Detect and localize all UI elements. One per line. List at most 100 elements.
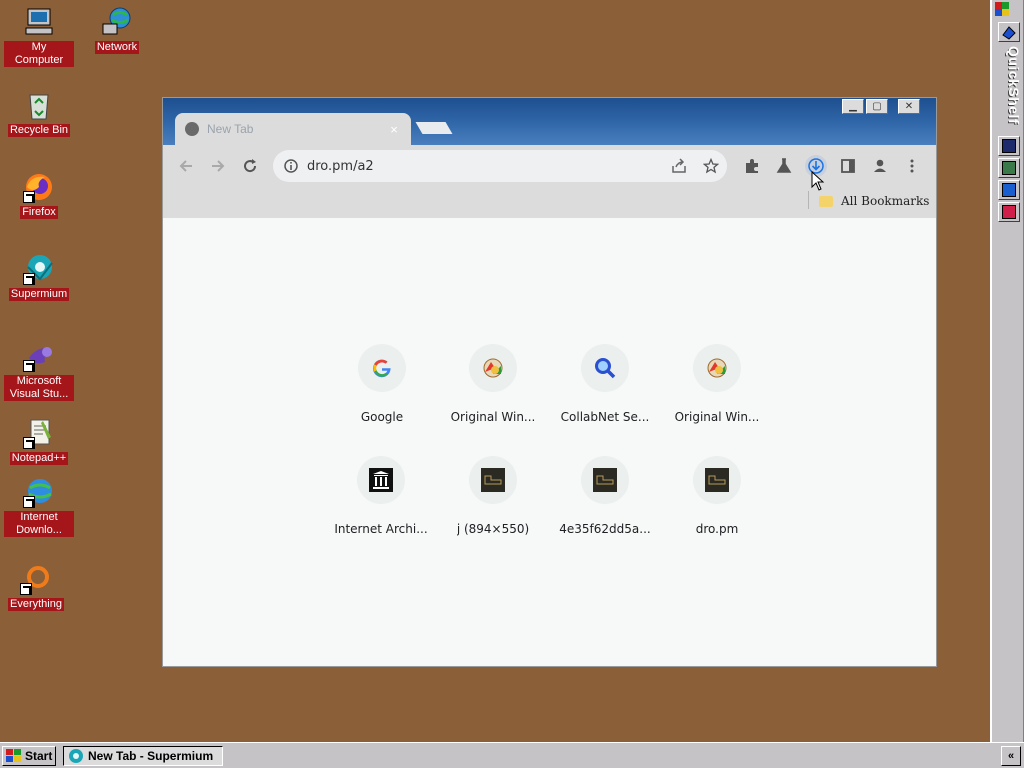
shortcut-arrow-icon xyxy=(20,583,32,595)
new-tab-page: Google Original Win... CollabNet Se... O… xyxy=(163,218,936,666)
desktop-icon-network[interactable]: Network xyxy=(79,6,155,54)
thumbnail-icon xyxy=(581,456,629,504)
original-win-icon xyxy=(469,344,517,392)
shortcut-label: j (894×550) xyxy=(456,522,530,536)
title-bar[interactable]: New Tab × ▁ ▢ ✕ xyxy=(163,98,936,145)
google-icon xyxy=(358,344,406,392)
lab-flask-icon[interactable] xyxy=(773,155,795,177)
thumbnail-icon xyxy=(469,456,517,504)
desktop-icon-supermium[interactable]: Supermium xyxy=(1,253,77,301)
quickshelf-logo-icon[interactable] xyxy=(995,2,1009,16)
desktop-icon-label: Firefox xyxy=(20,206,58,219)
new-tab-button[interactable] xyxy=(415,122,453,134)
shortcut-tile[interactable]: dro.pm xyxy=(661,456,773,556)
quickshelf-title: QuickShelf xyxy=(1006,46,1022,125)
extensions-icon[interactable] xyxy=(741,155,763,177)
computer-icon xyxy=(23,6,55,38)
reload-icon xyxy=(244,159,257,173)
menu-kebab-icon[interactable] xyxy=(901,155,923,177)
firefox-icon xyxy=(23,171,55,203)
windows-logo-icon xyxy=(6,749,21,762)
arrow-left-icon xyxy=(179,160,192,172)
visual-studio-icon xyxy=(23,340,55,372)
start-button[interactable]: Start xyxy=(2,746,56,766)
network-icon xyxy=(101,6,133,38)
desktop-icon-label: Recycle Bin xyxy=(7,124,71,137)
taskbar-item-supermium[interactable]: New Tab - Supermium xyxy=(63,746,223,766)
shortcut-label: Internet Archi... xyxy=(334,522,428,536)
desktop-icon-label: Everything xyxy=(8,598,64,611)
shortcut-label: Original Win... xyxy=(674,410,760,424)
shortcut-tile[interactable]: Internet Archi... xyxy=(325,456,437,556)
shortcut-tile[interactable]: Original Win... xyxy=(661,344,773,444)
quickshelf-item-3[interactable] xyxy=(998,180,1020,200)
taskbar-item-label: New Tab - Supermium xyxy=(88,749,214,763)
shortcut-label: dro.pm xyxy=(695,522,739,536)
shortcut-arrow-icon xyxy=(23,437,35,449)
forward-button[interactable] xyxy=(207,155,229,177)
desktop-icon-notepadpp[interactable]: Notepad++ xyxy=(1,417,77,465)
desktop-icon-label: Network xyxy=(94,41,140,54)
supermium-icon xyxy=(23,253,55,285)
close-button[interactable]: ✕ xyxy=(898,99,920,114)
internet-download-icon xyxy=(23,476,55,508)
shortcut-tile[interactable]: Google xyxy=(326,344,438,444)
everything-icon xyxy=(20,563,52,595)
desktop-icon-label: Notepad++ xyxy=(9,452,69,465)
supermium-icon xyxy=(69,749,83,763)
reload-button[interactable] xyxy=(239,155,261,177)
shortcut-label: Google xyxy=(360,410,404,424)
notepadpp-icon xyxy=(23,417,55,449)
shortcut-label: Original Win... xyxy=(450,410,536,424)
address-bar[interactable] xyxy=(273,150,727,182)
shortcut-arrow-icon xyxy=(23,496,35,508)
quickshelf-item-1[interactable] xyxy=(998,136,1020,156)
shortcut-tile[interactable]: 4e35f62dd5a... xyxy=(549,456,661,556)
original-win-icon xyxy=(693,344,741,392)
start-label: Start xyxy=(25,749,53,763)
side-panel-icon[interactable] xyxy=(837,155,859,177)
tab-new-tab[interactable]: New Tab × xyxy=(175,113,411,145)
taskbar: Start New Tab - Supermium « xyxy=(0,742,1024,768)
quickshelf-pin-button[interactable] xyxy=(998,22,1020,42)
tab-close-icon[interactable]: × xyxy=(387,122,401,137)
share-icon[interactable] xyxy=(671,158,687,174)
back-button[interactable] xyxy=(175,155,197,177)
shortcut-arrow-icon xyxy=(23,360,35,372)
internet-archive-icon xyxy=(357,456,405,504)
desktop-icon-firefox[interactable]: Firefox xyxy=(1,171,77,219)
all-bookmarks-button[interactable]: All Bookmarks xyxy=(819,191,929,211)
desktop-icon-label: Internet Downlo... xyxy=(4,511,74,537)
recycle-bin-icon xyxy=(23,89,55,121)
maximize-button[interactable]: ▢ xyxy=(866,99,888,114)
mouse-cursor-icon xyxy=(811,170,825,191)
quickshelf-item-2[interactable] xyxy=(998,158,1020,178)
quickshelf-panel: QuickShelf xyxy=(990,0,1024,742)
bookmarks-separator xyxy=(808,191,809,209)
shortcut-tile[interactable]: j (894×550) xyxy=(437,456,549,556)
desktop-icon-label: Microsoft Visual Stu... xyxy=(4,375,74,401)
shortcut-tile[interactable]: Original Win... xyxy=(437,344,549,444)
quickshelf-item-4[interactable] xyxy=(998,202,1020,222)
address-input[interactable] xyxy=(307,158,667,174)
desktop-icon-everything[interactable]: Everything xyxy=(0,563,74,611)
thumbnail-icon xyxy=(693,456,741,504)
shortcut-arrow-icon xyxy=(23,191,35,203)
desktop-icon-label: My Computer xyxy=(4,41,74,67)
search-icon xyxy=(581,344,629,392)
info-icon xyxy=(284,159,298,173)
desktop-icon-recycle-bin[interactable]: Recycle Bin xyxy=(1,89,77,137)
tray-expand-button[interactable]: « xyxy=(1001,746,1021,766)
desktop-icon-visual-studio[interactable]: Microsoft Visual Stu... xyxy=(1,340,77,401)
shortcut-tile[interactable]: CollabNet Se... xyxy=(549,344,661,444)
desktop-icon-label: Supermium xyxy=(8,288,70,301)
all-bookmarks-label: All Bookmarks xyxy=(841,194,930,208)
shortcut-arrow-icon xyxy=(23,273,35,285)
profile-icon[interactable] xyxy=(869,155,891,177)
desktop-icon-internet-download[interactable]: Internet Downlo... xyxy=(1,476,77,537)
tab-title: New Tab xyxy=(207,122,254,136)
bookmark-star-icon[interactable] xyxy=(702,157,720,174)
arrow-right-icon xyxy=(212,160,225,172)
minimize-button[interactable]: ▁ xyxy=(842,99,864,114)
desktop-icon-my-computer[interactable]: My Computer xyxy=(1,6,77,67)
